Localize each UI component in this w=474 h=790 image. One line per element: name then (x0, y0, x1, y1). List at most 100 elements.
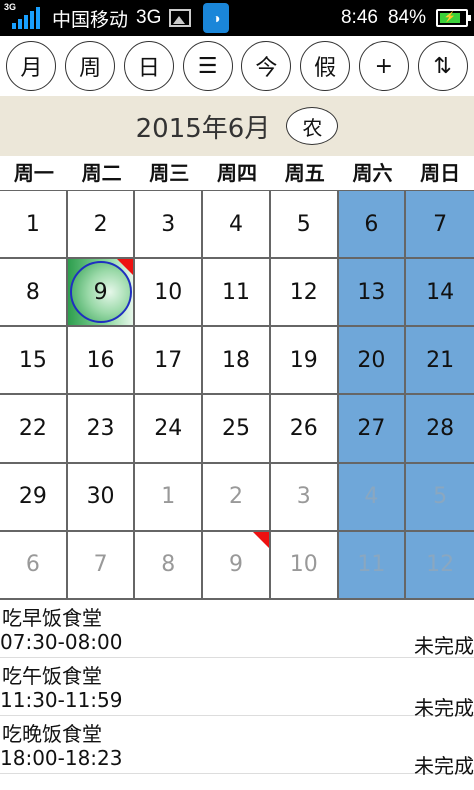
calendar-day[interactable]: 8 (0, 259, 68, 328)
calendar-day[interactable]: 7 (67, 531, 136, 600)
event-time: 18:00-18:23 (0, 746, 123, 770)
calendar-grid: 1 2 3 4 5 6 7 8 9 10 11 12 13 14 15 16 17 18 19 20 21 22 23 24 2… (0, 190, 474, 600)
calendar-day[interactable]: 2 (203, 463, 271, 532)
calendar-day[interactable]: 30 (67, 463, 136, 532)
carrier-name: 中国移动 (52, 9, 129, 31)
calendar-day[interactable]: 21 (406, 327, 474, 396)
day-number: 16 (86, 347, 115, 373)
calendar-day[interactable]: 3 (135, 191, 204, 260)
calendar-day[interactable]: 18 (203, 327, 271, 396)
calendar-day[interactable]: 12 (270, 259, 339, 328)
calendar-day[interactable]: 5 (270, 191, 339, 260)
calendar-day[interactable]: 22 (0, 395, 68, 464)
day-number: 29 (18, 484, 47, 510)
clock: 8:46 (340, 7, 378, 28)
calendar-day[interactable]: 13 (338, 259, 407, 328)
lunar-toggle-button[interactable]: 农 (286, 107, 339, 145)
day-number: 6 (364, 211, 379, 237)
calendar-day[interactable]: 8 (135, 531, 204, 600)
calendar-day[interactable]: 9 (203, 531, 271, 600)
calendar-day[interactable]: 2 (67, 191, 136, 260)
day-number: 5 (296, 211, 311, 237)
image-notification-icon (169, 9, 192, 27)
day-number: 23 (86, 416, 115, 442)
network-type-label: 3G (4, 2, 17, 12)
calendar-day[interactable]: 26 (270, 395, 339, 464)
calendar-day[interactable]: 7 (406, 191, 474, 260)
day-number: 9 (93, 279, 108, 305)
day-number: 3 (161, 211, 176, 237)
status-left: 3G 中国移动 3G ◑ (4, 0, 230, 36)
calendar-day[interactable]: 3 (270, 463, 339, 532)
list-view-button[interactable]: ☰ (182, 41, 233, 91)
week-view-button[interactable]: 周 (65, 41, 116, 91)
weekday-label: 周二 (81, 161, 122, 185)
day-number: 4 (228, 211, 243, 237)
day-number: 12 (289, 279, 318, 305)
status-right: 8:46 84% ⚡ (340, 0, 471, 36)
calendar-day[interactable]: 17 (135, 327, 204, 396)
signal-icon (12, 7, 40, 29)
calendar-day[interactable]: 15 (0, 327, 68, 396)
event-title: 吃早饭食堂 (2, 606, 102, 630)
day-number: 17 (154, 347, 183, 373)
battery-percent: 84% (387, 7, 426, 28)
calendar-day[interactable]: 27 (338, 395, 407, 464)
event-flag-icon (252, 531, 269, 548)
calendar-day[interactable]: 10 (135, 259, 204, 328)
calendar-day[interactable]: 1 (0, 191, 68, 260)
calendar-day[interactable]: 4 (338, 463, 407, 532)
calendar-day[interactable]: 5 (406, 463, 474, 532)
event-status: 未完成 (414, 634, 474, 658)
calendar-day[interactable]: 6 (338, 191, 407, 260)
day-number: 13 (357, 279, 386, 305)
calendar-day[interactable]: 19 (270, 327, 339, 396)
calendar-day[interactable]: 12 (406, 531, 474, 600)
calendar-day[interactable]: 20 (338, 327, 407, 396)
calendar-day-today[interactable]: 9 (67, 259, 136, 328)
event-time: 07:30-08:00 (0, 630, 123, 654)
add-event-button[interactable]: + (358, 41, 409, 91)
calendar-day[interactable]: 10 (270, 531, 339, 600)
calendar-day[interactable]: 23 (67, 395, 136, 464)
sort-button[interactable]: ⇅ (417, 41, 468, 91)
app-notification-icon: ◑ (203, 3, 230, 33)
day-number: 19 (289, 347, 318, 373)
weekday-label: 周三 (149, 161, 190, 185)
calendar-day[interactable]: 4 (203, 191, 271, 260)
event-status: 未完成 (414, 754, 474, 778)
day-number: 4 (364, 484, 379, 510)
today-button[interactable]: 今 (241, 41, 292, 91)
event-list: 吃早饭食堂 07:30-08:00 未完成 吃午饭食堂 11:30-11:59 … (0, 600, 474, 790)
month-title: 2015年6月 (135, 113, 271, 144)
day-number: 27 (357, 416, 386, 442)
event-flag-icon (117, 259, 134, 276)
day-number: 25 (221, 416, 250, 442)
weekday-label: 周日 (420, 161, 461, 185)
calendar-day[interactable]: 1 (135, 463, 204, 532)
day-number: 18 (221, 347, 250, 373)
calendar-day[interactable]: 16 (67, 327, 136, 396)
calendar-day[interactable]: 28 (406, 395, 474, 464)
event-item[interactable]: 吃午饭食堂 11:30-11:59 未完成 (0, 658, 474, 720)
event-item[interactable]: 吃早饭食堂 07:30-08:00 未完成 (0, 600, 474, 658)
day-number: 8 (161, 552, 176, 578)
day-number: 7 (93, 552, 108, 578)
month-view-button[interactable]: 月 (6, 41, 57, 91)
calendar-day[interactable]: 29 (0, 463, 68, 532)
calendar-day[interactable]: 11 (203, 259, 271, 328)
weekday-header-row: 周一 周二 周三 周四 周五 周六 周日 (0, 156, 474, 190)
calendar-day[interactable]: 25 (203, 395, 271, 464)
day-number: 24 (154, 416, 183, 442)
holiday-button[interactable]: 假 (300, 41, 351, 91)
event-time: 11:30-11:59 (0, 688, 123, 712)
day-view-button[interactable]: 日 (123, 41, 174, 91)
event-item[interactable]: 吃晚饭食堂 18:00-18:23 未完成 (0, 716, 474, 778)
calendar-day[interactable]: 14 (406, 259, 474, 328)
calendar-day[interactable]: 11 (338, 531, 407, 600)
calendar-day[interactable]: 6 (0, 531, 68, 600)
day-number: 2 (228, 484, 243, 510)
calendar-day[interactable]: 24 (135, 395, 204, 464)
event-title: 吃晚饭食堂 (2, 722, 102, 746)
day-number: 12 (426, 552, 455, 578)
